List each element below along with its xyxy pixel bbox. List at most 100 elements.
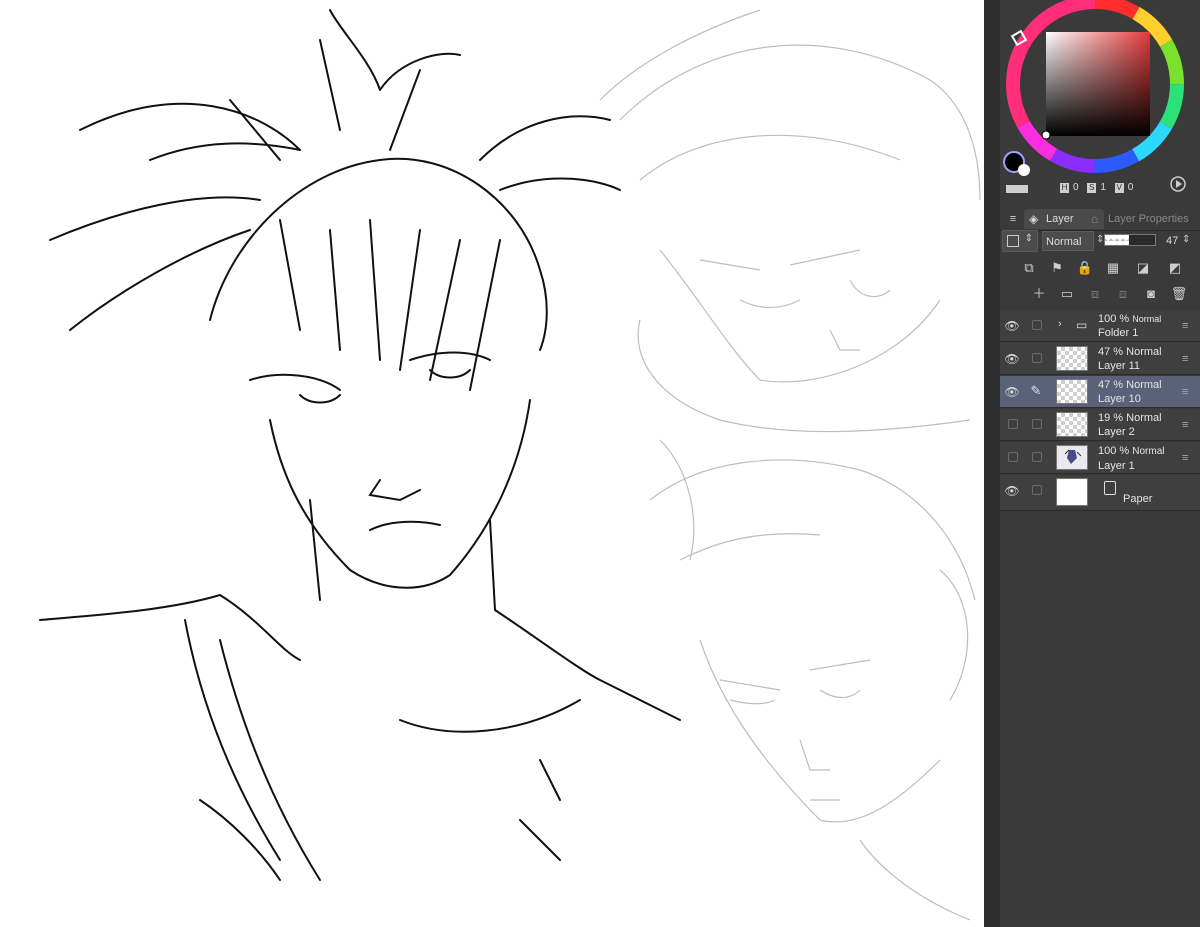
new-folder-icon[interactable]: ▭ <box>1058 285 1076 303</box>
layer-opacity: 100 % <box>1098 313 1130 325</box>
layer-color-swatch <box>1007 235 1019 247</box>
sub-color-swatch[interactable] <box>1018 164 1030 176</box>
layer-info: 47 % Normal Layer 10 <box>1098 378 1162 406</box>
menu-icon[interactable]: ≡ <box>1182 418 1192 432</box>
sv-marker[interactable] <box>1041 130 1051 140</box>
tab-layer-label: Layer <box>1046 213 1074 225</box>
s-value: 1 <box>1100 182 1106 193</box>
layer-thumbnail <box>1056 346 1088 371</box>
layer-name: Paper <box>1123 493 1153 505</box>
lock-checkbox[interactable] <box>1032 452 1042 462</box>
menu-icon[interactable]: ≡ <box>1182 385 1192 399</box>
color-wheel-graphic <box>1003 0 1186 193</box>
layer-mode: Normal <box>1126 412 1162 424</box>
rough-sketch-layer <box>599 9 981 921</box>
lock-transparent-icon[interactable]: ▦ <box>1104 259 1122 277</box>
layer-mode: Normal <box>1132 446 1165 457</box>
layer-color-select[interactable]: ⇕ <box>1002 230 1038 252</box>
layer-info: 47 % Normal Layer 11 <box>1098 345 1162 373</box>
layer-opacity: 47 % <box>1098 379 1124 391</box>
layer-name: Layer 11 <box>1098 360 1140 372</box>
merge-down-icon[interactable]: ⧈ <box>1086 285 1104 303</box>
layer-info: 100 % Normal Layer 1 <box>1098 444 1165 473</box>
sketch-artwork <box>39 9 981 921</box>
properties-icon: ⌂ <box>1091 212 1099 226</box>
layer-list-empty-area <box>1000 511 1200 927</box>
layer-opacity: 47 % <box>1098 346 1124 358</box>
layer-row-layer-11[interactable]: 👁 47 % Normal Layer 11 ≡ <box>1000 343 1200 375</box>
lock-checkbox[interactable] <box>1032 485 1042 495</box>
color-wheel[interactable] <box>1000 0 1200 200</box>
mask-range-icon[interactable]: ◩ <box>1166 259 1184 277</box>
menu-icon[interactable]: ≡ <box>1182 352 1192 366</box>
layer-thumbnail <box>1056 379 1088 404</box>
opacity-slider[interactable] <box>1104 234 1156 246</box>
layer-name: Layer 2 <box>1098 426 1135 438</box>
layer-info: 100 % Normal Folder 1 <box>1098 312 1161 340</box>
tab-layer-properties-label: Layer Properties <box>1108 213 1189 225</box>
opacity-slider-fill <box>1105 235 1129 245</box>
layer-thumbnail <box>1056 478 1088 506</box>
mask-enable-icon[interactable]: ◪ <box>1134 259 1152 277</box>
layer-name: Layer 1 <box>1098 460 1135 472</box>
lock-checkbox[interactable] <box>1032 419 1042 429</box>
clip-icon[interactable]: ⧉ <box>1020 259 1038 277</box>
s-label: S <box>1087 183 1097 193</box>
layer-name: Layer 10 <box>1098 393 1141 405</box>
layer-row-layer-2[interactable]: 19 % Normal Layer 2 ≡ <box>1000 409 1200 441</box>
menu-icon[interactable]: ≡ <box>1182 451 1192 465</box>
h-label: H <box>1060 183 1069 193</box>
chevron-right-icon[interactable]: › <box>1058 318 1062 330</box>
eye-icon[interactable]: 👁 <box>1004 351 1020 367</box>
tab-layer-properties[interactable]: ⌂ Layer Properties <box>1086 209 1200 229</box>
hsv-readout: H0 S1 V0 <box>1060 182 1200 196</box>
layer-mode: Normal <box>1132 314 1162 324</box>
layer-row-layer-10[interactable]: 👁 ✎ 47 % Normal Layer 10 ≡ <box>1000 376 1200 408</box>
new-layer-icon[interactable]: ＋ <box>1030 285 1048 303</box>
layer-info: 19 % Normal Layer 2 <box>1098 411 1162 439</box>
stepper-icon: ⇕ <box>1024 233 1033 244</box>
v-value: 0 <box>1127 182 1134 193</box>
layers-icon: ◈ <box>1029 212 1039 226</box>
opacity-value: 47 <box>1166 235 1179 247</box>
thumbnail-sketch <box>1064 449 1082 464</box>
lock-icon[interactable]: 🔒 <box>1076 259 1094 277</box>
ink-drawing-layer <box>39 9 681 881</box>
layer-thumbnail <box>1056 445 1088 470</box>
blend-mode-select[interactable]: Normal <box>1042 231 1094 251</box>
eye-icon[interactable]: 👁 <box>1004 318 1020 334</box>
layer-row-paper[interactable]: 👁 Paper <box>1000 475 1200 511</box>
visibility-checkbox[interactable] <box>1008 419 1018 429</box>
drawing-canvas[interactable] <box>0 0 984 927</box>
eye-icon[interactable]: 👁 <box>1004 384 1020 400</box>
blend-mode-label: Normal <box>1046 236 1082 248</box>
layer-mode: Normal <box>1126 346 1162 358</box>
layer-name: Folder 1 <box>1098 327 1139 339</box>
lock-checkbox[interactable] <box>1032 353 1042 363</box>
layer-tools-row-1: ⧉ ⚑ 🔒 ▦ ◪ ◩ <box>1000 256 1200 280</box>
pen-icon: ✎ <box>1030 383 1042 398</box>
layer-controls-row: ⇕ Normal ⇕ 47 ⇕ <box>1000 228 1200 254</box>
panel-divider-strip[interactable] <box>984 0 1000 927</box>
panel-menu-icon[interactable]: ≡ <box>1004 210 1022 228</box>
mask-icon[interactable]: ◙ <box>1142 285 1160 303</box>
transparent-color-icon[interactable] <box>1006 185 1028 193</box>
layer-opacity: 19 % <box>1098 412 1124 424</box>
trash-icon[interactable]: 🗑 <box>1170 285 1188 303</box>
layer-mode: Normal <box>1126 379 1162 391</box>
merge-visible-icon[interactable]: ⧈ <box>1114 285 1132 303</box>
opacity-stepper-icon[interactable]: ⇕ <box>1182 234 1190 245</box>
reference-icon[interactable]: ⚑ <box>1048 259 1066 277</box>
menu-icon[interactable]: ≡ <box>1182 319 1192 333</box>
layer-opacity: 100 % <box>1098 445 1130 457</box>
eye-icon[interactable]: 👁 <box>1004 483 1020 499</box>
layer-thumbnail <box>1056 412 1088 437</box>
layer-row-folder-1[interactable]: 👁 › ▭ 100 % Normal Folder 1 ≡ <box>1000 310 1200 342</box>
folder-icon: ▭ <box>1076 318 1088 332</box>
lock-checkbox[interactable] <box>1032 320 1042 330</box>
paper-icon <box>1104 481 1116 495</box>
layer-row-layer-1[interactable]: 100 % Normal Layer 1 ≡ <box>1000 442 1200 474</box>
visibility-checkbox[interactable] <box>1008 452 1018 462</box>
v-label: V <box>1114 183 1124 193</box>
layer-tools-row-2: ＋ ▭ ⧈ ⧈ ◙ 🗑 <box>1000 282 1200 306</box>
